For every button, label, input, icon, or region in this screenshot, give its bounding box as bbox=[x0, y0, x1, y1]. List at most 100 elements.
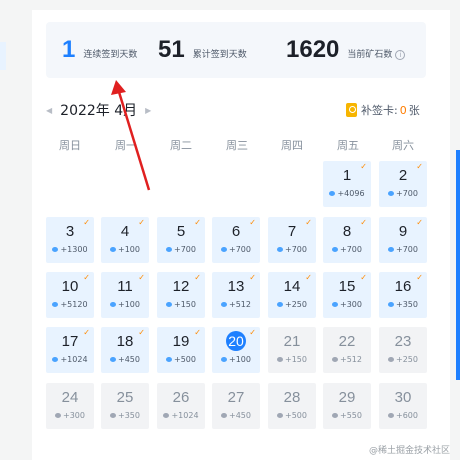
day-points: +250 bbox=[268, 300, 316, 309]
day-points-value: +5120 bbox=[60, 300, 88, 309]
stat-ore: 1620 当前矿石数 i bbox=[286, 36, 406, 64]
ore-icon bbox=[52, 357, 59, 362]
ore-icon bbox=[388, 247, 394, 252]
day-number: 27 bbox=[227, 389, 245, 406]
calendar-day-cell[interactable]: 14 +250 ✓ bbox=[268, 272, 316, 318]
day-points: +700 bbox=[157, 245, 205, 254]
day-points: +500 bbox=[268, 411, 316, 420]
makeup-card-count: 0 bbox=[399, 103, 407, 117]
calendar-day-cell[interactable]: 1 +4096 ✓ bbox=[323, 161, 371, 207]
day-points-value: +700 bbox=[340, 245, 362, 254]
calendar-day-cell[interactable]: 23 +250 bbox=[379, 327, 427, 373]
calendar-day-cell[interactable]: 26 +1024 bbox=[157, 383, 205, 429]
calendar-day-cell[interactable]: 8 +700 ✓ bbox=[323, 217, 371, 263]
calendar-day-cell[interactable]: 11 +100 ✓ bbox=[101, 272, 149, 318]
prev-month-icon[interactable]: ◀ bbox=[46, 106, 52, 115]
right-sidebar-edge bbox=[452, 0, 460, 460]
day-number: 29 bbox=[338, 389, 356, 406]
check-icon: ✓ bbox=[194, 328, 201, 337]
day-points: +550 bbox=[323, 411, 371, 420]
day-points: +500 bbox=[157, 355, 205, 364]
calendar-day-cell[interactable]: 15 +300 ✓ bbox=[323, 272, 371, 318]
calendar-day-cell[interactable]: 6 +700 ✓ bbox=[212, 217, 260, 263]
calendar-day-cell[interactable]: 27 +450 bbox=[212, 383, 260, 429]
calendar-day-cell[interactable]: 10 +5120 ✓ bbox=[46, 272, 94, 318]
makeup-card-info[interactable]: 补签卡: 0 张 bbox=[346, 102, 420, 118]
day-points-value: +150 bbox=[174, 300, 196, 309]
calendar-day-cell[interactable]: 2 +700 ✓ bbox=[379, 161, 427, 207]
check-icon: ✓ bbox=[138, 218, 145, 227]
calendar-day-cell[interactable]: 25 +350 bbox=[101, 383, 149, 429]
calendar-day-cell[interactable]: 20 +100 ✓ bbox=[212, 327, 260, 373]
day-number: 21 bbox=[283, 333, 301, 350]
calendar-day-cell[interactable]: 5 +700 ✓ bbox=[157, 217, 205, 263]
calendar-day-cell[interactable]: 4 +100 ✓ bbox=[101, 217, 149, 263]
calendar-day-cell[interactable]: 22 +512 bbox=[323, 327, 371, 373]
day-points: +450 bbox=[101, 355, 149, 364]
weekday-fri: 周五 bbox=[337, 139, 359, 152]
day-points: +700 bbox=[379, 189, 427, 198]
calendar-day-cell[interactable]: 9 +700 ✓ bbox=[379, 217, 427, 263]
calendar-day-cell[interactable]: 30 +600 bbox=[379, 383, 427, 429]
ore-icon bbox=[110, 357, 116, 362]
day-points: +700 bbox=[212, 245, 260, 254]
day-points: +100 bbox=[101, 300, 149, 309]
day-points-value: +150 bbox=[285, 355, 307, 364]
ore-count-label: 当前矿石数 bbox=[347, 50, 393, 60]
day-points-value: +1300 bbox=[60, 245, 88, 254]
day-number: 30 bbox=[394, 389, 412, 406]
total-days-label: 累计签到天数 bbox=[192, 50, 247, 60]
ore-icon bbox=[277, 247, 283, 252]
calendar-day-cell[interactable]: 13 +512 ✓ bbox=[212, 272, 260, 318]
day-points: +700 bbox=[268, 245, 316, 254]
next-month-icon[interactable]: ▶ bbox=[145, 106, 151, 115]
calendar-day-cell[interactable]: 16 +350 ✓ bbox=[379, 272, 427, 318]
ore-icon bbox=[277, 413, 283, 418]
day-number: 26 bbox=[172, 389, 190, 406]
calendar-day-cell[interactable]: 7 +700 ✓ bbox=[268, 217, 316, 263]
day-points-value: +100 bbox=[118, 300, 140, 309]
weekday-wed: 周三 bbox=[226, 139, 248, 152]
calendar-day-cell[interactable]: 29 +550 bbox=[323, 383, 371, 429]
day-points: +150 bbox=[268, 355, 316, 364]
today-day-number: 20 bbox=[226, 331, 246, 351]
makeup-card-icon bbox=[346, 103, 357, 117]
check-icon: ✓ bbox=[416, 273, 423, 282]
day-points-value: +450 bbox=[118, 355, 140, 364]
calendar-day-cell[interactable]: 28 +500 bbox=[268, 383, 316, 429]
day-number: 22 bbox=[338, 333, 356, 350]
check-icon: ✓ bbox=[83, 218, 90, 227]
day-points: +1024 bbox=[46, 355, 94, 364]
day-points: +300 bbox=[323, 300, 371, 309]
ore-icon bbox=[388, 413, 394, 418]
info-icon[interactable]: i bbox=[395, 50, 406, 60]
day-points: +250 bbox=[379, 355, 427, 364]
calendar-day-cell[interactable]: 21 +150 bbox=[268, 327, 316, 373]
day-points: +350 bbox=[379, 300, 427, 309]
calendar-day-cell[interactable]: 24 +300 bbox=[46, 383, 94, 429]
calendar-day-cell[interactable]: 18 +450 ✓ bbox=[101, 327, 149, 373]
day-points: +512 bbox=[323, 355, 371, 364]
ore-icon bbox=[52, 302, 59, 307]
ore-icon bbox=[277, 357, 283, 362]
check-icon: ✓ bbox=[138, 328, 145, 337]
check-icon: ✓ bbox=[360, 218, 367, 227]
calendar-day-cell[interactable]: 17 +1024 ✓ bbox=[46, 327, 94, 373]
day-points-value: +700 bbox=[229, 245, 251, 254]
day-points: +100 bbox=[101, 245, 149, 254]
day-points: +5120 bbox=[46, 300, 94, 309]
day-points-value: +512 bbox=[340, 355, 362, 364]
check-icon: ✓ bbox=[249, 328, 256, 337]
stat-total: 51 累计签到天数 bbox=[158, 36, 247, 64]
total-days-value: 51 bbox=[158, 36, 185, 63]
calendar-day-cell[interactable]: 12 +150 ✓ bbox=[157, 272, 205, 318]
calendar-day-cell[interactable]: 3 +1300 ✓ bbox=[46, 217, 94, 263]
calendar-day-cell[interactable]: 19 +500 ✓ bbox=[157, 327, 205, 373]
ore-count-value: 1620 bbox=[286, 36, 340, 63]
check-icon: ✓ bbox=[138, 273, 145, 282]
day-points: +1024 bbox=[157, 411, 205, 420]
ore-icon bbox=[166, 302, 172, 307]
day-points: +300 bbox=[46, 411, 94, 420]
check-icon: ✓ bbox=[416, 218, 423, 227]
day-points: +450 bbox=[212, 411, 260, 420]
